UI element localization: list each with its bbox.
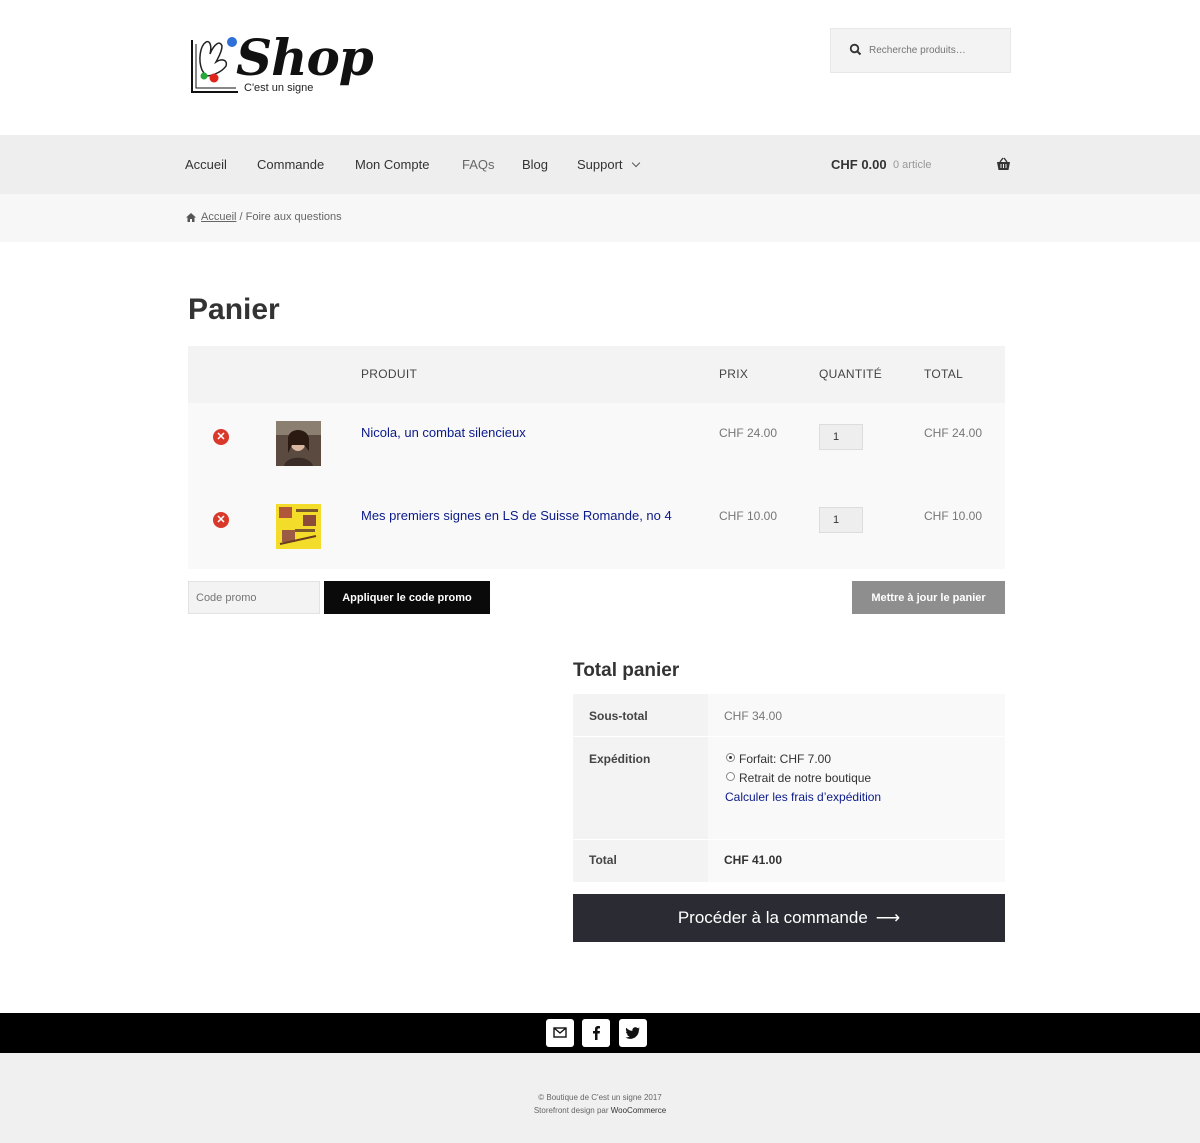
- main-navigation: Accueil Commande Mon Compte FAQs Blog Su…: [0, 135, 1200, 194]
- product-price: CHF 10.00: [719, 509, 778, 523]
- column-header-total: TOTAL: [924, 367, 964, 381]
- footer-credit-prefix: Storefront design par: [533, 1106, 611, 1115]
- basket-icon[interactable]: [996, 157, 1011, 171]
- breadcrumb-text: Accueil / Foire aux questions: [201, 211, 342, 223]
- logo-tagline: C'est un signe: [244, 82, 314, 94]
- shipping-option-pickup-label: Retrait de notre boutique: [739, 771, 872, 785]
- line-total: CHF 24.00: [924, 426, 983, 440]
- cart-row: ✕ Nicola, un combat silencieux CHF 24.00…: [188, 403, 1005, 486]
- site-logo[interactable]: Shop C'est un signe: [188, 28, 374, 102]
- product-thumbnail[interactable]: [276, 504, 321, 549]
- shipping-option-flat-rate-label: Forfait: CHF 7.00: [739, 752, 832, 766]
- order-total-value: CHF 41.00: [724, 853, 783, 867]
- column-header-price: PRIX: [719, 367, 749, 381]
- breadcrumb: Accueil / Foire aux questions: [0, 194, 1200, 242]
- apply-coupon-button[interactable]: Appliquer le code promo: [324, 581, 490, 614]
- line-total: CHF 10.00: [924, 509, 983, 523]
- nav-item-support-label: Support: [577, 157, 623, 172]
- logo-text: Shop: [236, 28, 374, 87]
- product-thumbnail[interactable]: [276, 421, 321, 466]
- shipping-label: Expédition: [589, 752, 651, 766]
- social-bar: [0, 1013, 1200, 1053]
- breadcrumb-home-link[interactable]: Accueil: [201, 211, 236, 223]
- nav-item-support[interactable]: Support: [577, 157, 640, 172]
- mail-icon[interactable]: [546, 1019, 574, 1047]
- footer-copyright: © Boutique de C'est un signe 2017: [538, 1093, 662, 1102]
- page-title: Panier: [188, 293, 280, 326]
- order-total-label: Total: [589, 853, 617, 867]
- chevron-down-icon: [631, 158, 640, 168]
- header-cart-count[interactable]: 0 article: [893, 159, 932, 171]
- product-name-link[interactable]: Nicola, un combat silencieux: [361, 425, 526, 440]
- cart-table-header: PRODUIT PRIX QUANTITÉ TOTAL: [188, 346, 1005, 403]
- remove-item-icon[interactable]: ✕: [213, 512, 229, 528]
- subtotal-label: Sous-total: [589, 709, 648, 723]
- column-header-quantity: QUANTITÉ: [819, 367, 883, 381]
- column-header-product: PRODUIT: [361, 367, 418, 381]
- site-header: Shop C'est un signe: [0, 0, 1200, 135]
- update-cart-button[interactable]: Mettre à jour le panier: [852, 581, 1005, 614]
- proceed-to-checkout-label: Procéder à la commande: [677, 908, 868, 927]
- remove-item-icon[interactable]: ✕: [213, 429, 229, 445]
- proceed-to-checkout-button[interactable]: Procéder à la commande ⟶: [573, 894, 1005, 942]
- product-price: CHF 24.00: [719, 426, 778, 440]
- breadcrumb-current: Foire aux questions: [245, 211, 342, 223]
- cart-totals-title: Total panier: [573, 660, 680, 681]
- twitter-icon[interactable]: [619, 1019, 647, 1047]
- nav-item-mon-compte[interactable]: Mon Compte: [355, 157, 429, 172]
- shipping-option-flat-rate[interactable]: Forfait: CHF 7.00: [726, 752, 831, 766]
- search-input[interactable]: [869, 29, 1007, 72]
- cart-totals-table: Sous-total CHF 34.00 Expédition Forfait:…: [573, 694, 1005, 882]
- nav-item-faqs[interactable]: FAQs: [462, 157, 495, 172]
- quantity-input[interactable]: 1: [819, 424, 863, 450]
- product-name-link[interactable]: Mes premiers signes en LS de Suisse Roma…: [361, 508, 672, 523]
- site-footer: © Boutique de C'est un signe 2017 Storef…: [0, 1053, 1200, 1143]
- cart-row: ✕ Mes premiers signes en LS de Suisse Ro…: [188, 486, 1005, 569]
- nav-item-commande[interactable]: Commande: [257, 157, 324, 172]
- home-icon: [186, 213, 196, 222]
- nav-item-accueil[interactable]: Accueil: [185, 157, 227, 172]
- search-icon[interactable]: [849, 43, 863, 57]
- facebook-icon[interactable]: [582, 1019, 610, 1047]
- woocommerce-link[interactable]: WooCommerce: [611, 1106, 666, 1115]
- calculate-shipping-link[interactable]: Calculer les frais d’expédition: [725, 790, 881, 804]
- product-search: [830, 28, 1011, 73]
- breadcrumb-separator: /: [236, 211, 246, 223]
- subtotal-value: CHF 34.00: [724, 709, 783, 723]
- radio-unselected[interactable]: [726, 772, 735, 781]
- footer-credit: Storefront design par WooCommerce: [0, 1106, 1200, 1115]
- coupon-code-input[interactable]: [188, 581, 320, 614]
- header-cart-amount[interactable]: CHF 0.00: [831, 157, 887, 172]
- radio-selected[interactable]: [726, 753, 735, 762]
- nav-item-blog[interactable]: Blog: [522, 157, 548, 172]
- quantity-input[interactable]: 1: [819, 507, 863, 533]
- arrow-right-icon: ⟶: [875, 908, 901, 927]
- shipping-option-pickup[interactable]: Retrait de notre boutique: [726, 771, 871, 785]
- cart-table: PRODUIT PRIX QUANTITÉ TOTAL ✕ Nicola, un…: [188, 346, 1005, 569]
